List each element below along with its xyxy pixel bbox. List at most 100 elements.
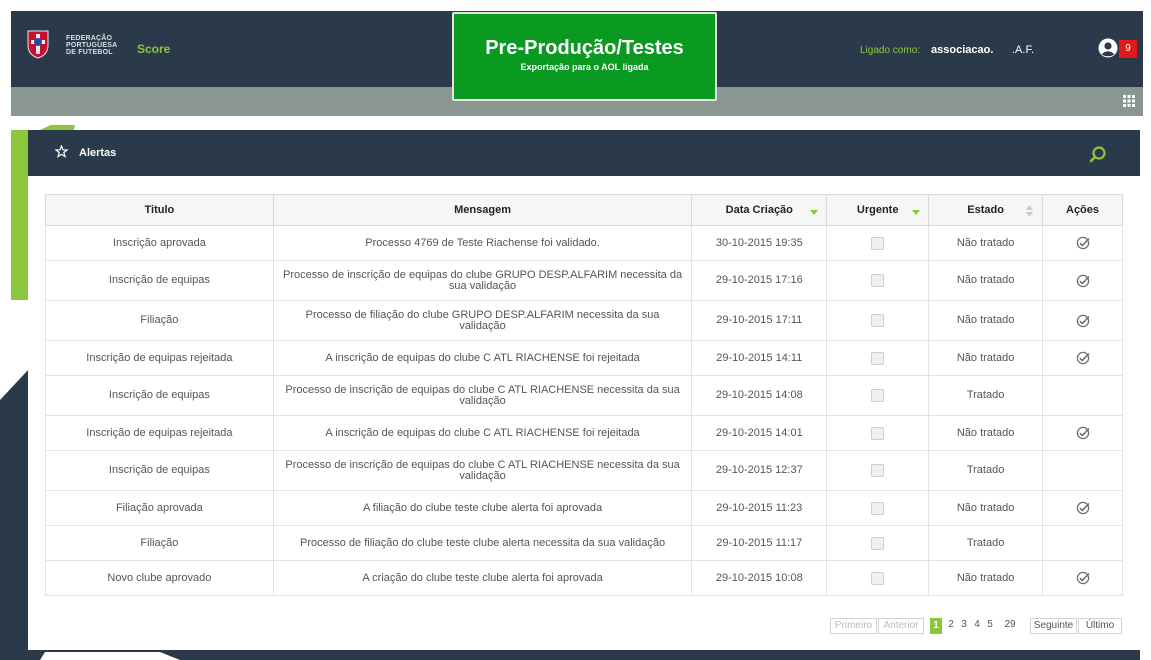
- column-header-titulo[interactable]: Titulo: [45, 194, 274, 226]
- cell-acoes: [1042, 300, 1123, 341]
- pagination-first[interactable]: Primeiro: [830, 618, 877, 634]
- table-row[interactable]: Filiação aprovada A filiação do clube tes…: [45, 490, 1123, 526]
- cell-estado: Não tratado: [928, 415, 1044, 451]
- cell-data-criacao: 29-10-2015 14:08: [691, 375, 828, 416]
- table-row[interactable]: Inscrição de equipas Processo de inscriçã…: [45, 375, 1123, 416]
- pagination-page[interactable]: 2: [945, 618, 957, 634]
- cell-mensagem: Processo de filiação do clube GRUPO DESP…: [272, 300, 693, 341]
- cell-acoes: [1042, 225, 1123, 261]
- mark-treated-icon[interactable]: [1076, 571, 1090, 585]
- federation-name-line: DE FUTEBOL: [66, 49, 113, 56]
- column-header-estado[interactable]: Estado: [928, 194, 1044, 226]
- federation-name: FEDERAÇÃO PORTUGUESA DE FUTEBOL: [66, 35, 117, 56]
- cell-estado: Não tratado: [928, 340, 1044, 376]
- table-row[interactable]: Inscrição de equipas rejeitada A inscriçã…: [45, 340, 1123, 376]
- cell-mensagem: A inscrição de equipas do clube C ATL RI…: [272, 340, 693, 376]
- apps-grid-icon[interactable]: [1123, 95, 1135, 107]
- cell-urgente: [826, 340, 930, 376]
- table-row[interactable]: Inscrição de equipas Processo de inscriçã…: [45, 450, 1123, 491]
- mark-treated-icon[interactable]: [1076, 351, 1090, 365]
- table-row[interactable]: Inscrição de equipas rejeitada A inscriçã…: [45, 415, 1123, 451]
- cell-mensagem: A filiação do clube teste clube alerta f…: [272, 490, 693, 526]
- cell-mensagem: Processo de inscrição de equipas do club…: [272, 260, 693, 301]
- urgent-checkbox[interactable]: [871, 314, 885, 327]
- alerts-panel: Alertas Titulo Mensagem Data Criação Urg…: [28, 130, 1140, 650]
- cell-estado: Não tratado: [928, 560, 1044, 596]
- environment-subtitle: Exportação para o AOL ligada: [520, 62, 649, 72]
- column-header-mensagem[interactable]: Mensagem: [272, 194, 693, 226]
- cell-urgente: [826, 450, 930, 491]
- fpf-logo: [27, 30, 49, 59]
- cell-mensagem: A inscrição de equipas do clube C ATL RI…: [272, 415, 693, 451]
- cell-mensagem: Processo de inscrição de equipas do club…: [272, 375, 693, 416]
- search-icon[interactable]: [1089, 145, 1107, 163]
- cell-data-criacao: 29-10-2015 11:17: [691, 525, 828, 561]
- pagination-next[interactable]: Seguinte: [1030, 618, 1077, 634]
- cell-estado: Não tratado: [928, 300, 1044, 341]
- column-header-label: Urgente: [856, 204, 899, 216]
- table-header-row: Titulo Mensagem Data Criação Urgente Est…: [45, 194, 1123, 226]
- cell-urgente: [826, 415, 930, 451]
- mark-treated-icon[interactable]: [1076, 426, 1090, 440]
- urgent-checkbox[interactable]: [871, 426, 885, 440]
- table-row[interactable]: Filiação Processo de filiação do clube te…: [45, 525, 1123, 561]
- table-body: Inscrição aprovada Processo 4769 de Teste…: [45, 225, 1123, 596]
- cell-data-criacao: 29-10-2015 17:11: [691, 300, 828, 341]
- table-row[interactable]: Novo clube aprovado A criação do clube te…: [45, 560, 1123, 596]
- logged-in-user: associacao.: [931, 44, 994, 56]
- cell-urgente: [826, 260, 930, 301]
- pagination-last[interactable]: Último: [1078, 618, 1122, 634]
- cell-data-criacao: 29-10-2015 17:16: [691, 260, 828, 301]
- notification-badge[interactable]: 9: [1119, 40, 1137, 58]
- panel-title: Alertas: [79, 147, 117, 159]
- column-header-data-criacao[interactable]: Data Criação: [691, 194, 828, 226]
- mark-treated-icon[interactable]: [1076, 314, 1090, 327]
- cell-urgente: [826, 560, 930, 596]
- urgent-checkbox[interactable]: [871, 389, 885, 402]
- cell-estado: Não tratado: [928, 225, 1044, 261]
- urgent-checkbox[interactable]: [871, 351, 885, 365]
- sort-descending-icon: [912, 210, 921, 215]
- urgent-checkbox[interactable]: [871, 464, 885, 477]
- user-account-icon[interactable]: [1098, 38, 1118, 58]
- mark-treated-icon[interactable]: [1076, 501, 1090, 515]
- federation-name-line: FEDERAÇÃO: [66, 35, 113, 42]
- environment-banner: Pre-Produção/Testes Exportação para o AO…: [452, 12, 717, 101]
- column-header-label: Mensagem: [454, 204, 511, 216]
- column-header-urgente[interactable]: Urgente: [826, 194, 930, 226]
- urgent-checkbox[interactable]: [871, 571, 885, 585]
- table-row[interactable]: Filiação Processo de filiação do clube GR…: [45, 300, 1123, 341]
- urgent-checkbox[interactable]: [871, 274, 885, 287]
- pagination-page-current[interactable]: 1: [930, 618, 942, 634]
- cell-acoes: [1042, 525, 1123, 561]
- urgent-checkbox[interactable]: [871, 501, 885, 515]
- cell-data-criacao: 29-10-2015 14:11: [691, 340, 828, 376]
- urgent-checkbox[interactable]: [871, 536, 885, 550]
- star-icon: [55, 145, 68, 158]
- cell-mensagem: Processo 4769 de Teste Riachense foi val…: [272, 225, 693, 261]
- pagination-page[interactable]: 5: [984, 618, 996, 634]
- panel-header: Alertas: [28, 130, 1140, 176]
- logged-in-organization: .A.F.: [1012, 44, 1035, 56]
- pagination-page[interactable]: 4: [971, 618, 983, 634]
- app-name-link[interactable]: Score: [137, 42, 170, 56]
- urgent-checkbox[interactable]: [871, 236, 885, 250]
- cell-mensagem: Processo de inscrição de equipas do club…: [272, 450, 693, 491]
- alerts-table: Titulo Mensagem Data Criação Urgente Est…: [45, 194, 1123, 596]
- cell-titulo: Filiação: [45, 525, 274, 561]
- pagination-page[interactable]: 29: [998, 618, 1022, 634]
- federation-name-line: PORTUGUESA: [66, 42, 118, 49]
- pagination-previous[interactable]: Anterior: [878, 618, 924, 634]
- cell-estado: Não tratado: [928, 490, 1044, 526]
- table-row[interactable]: Inscrição de equipas Processo de inscriçã…: [45, 260, 1123, 301]
- sort-descending-icon: [810, 210, 819, 215]
- cell-data-criacao: 29-10-2015 11:23: [691, 490, 828, 526]
- sort-both-icon: [1026, 205, 1034, 217]
- table-row[interactable]: Inscrição aprovada Processo 4769 de Teste…: [45, 225, 1123, 261]
- cell-titulo: Inscrição de equipas rejeitada: [45, 340, 274, 376]
- mark-treated-icon[interactable]: [1076, 274, 1090, 287]
- pagination-page[interactable]: 3: [958, 618, 970, 634]
- cell-titulo: Inscrição aprovada: [45, 225, 274, 261]
- mark-treated-icon[interactable]: [1076, 236, 1090, 250]
- cell-estado: Tratado: [928, 375, 1044, 416]
